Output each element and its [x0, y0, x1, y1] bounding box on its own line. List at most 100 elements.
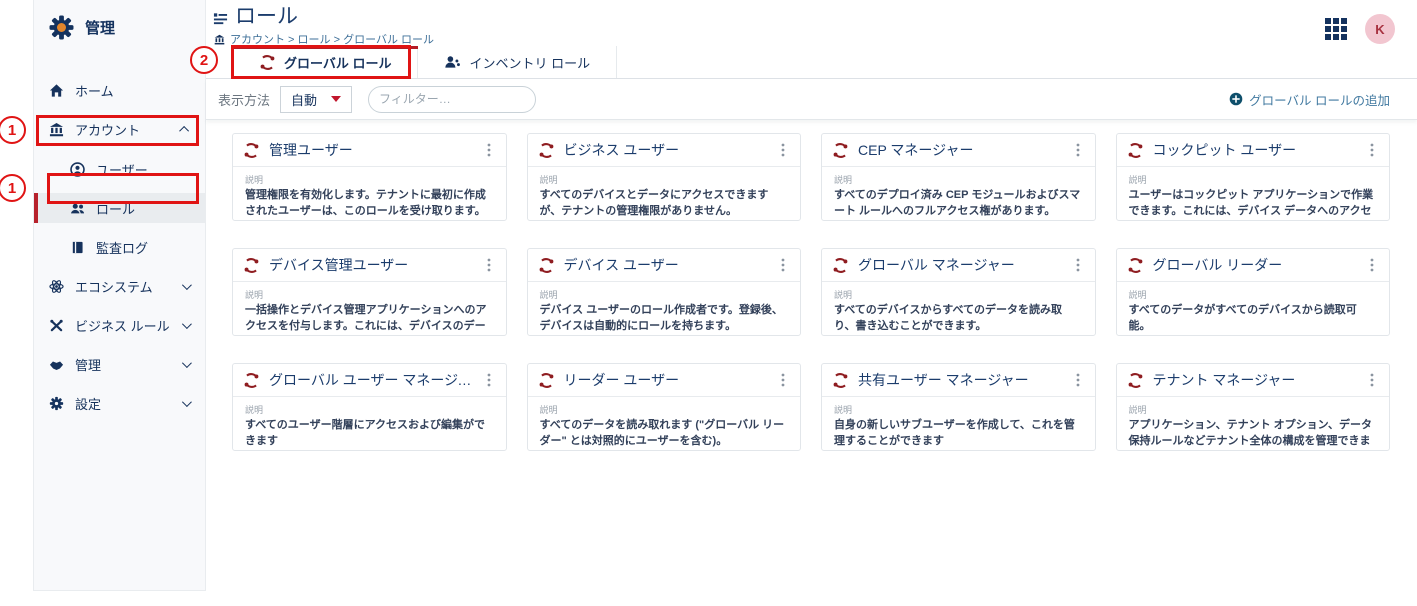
app-logo-row: 管理 — [34, 0, 205, 51]
global-role-icon — [243, 142, 260, 159]
global-role-icon — [1127, 142, 1144, 159]
sidebar-item-management[interactable]: 管理 — [34, 349, 205, 379]
global-role-icon — [538, 257, 555, 274]
chevron-down-icon — [182, 280, 192, 290]
role-card: リーダー ユーザー 説明 すべてのデータを読み取れます ("グローバル リーダー… — [527, 363, 802, 451]
role-card-description: デバイス ユーザーのロール作成者です。登録後、デバイスは自動的にロールを持ちます… — [540, 303, 789, 335]
sidebar-item-label: 管理 — [75, 355, 171, 374]
role-card: デバイス ユーザー 説明 デバイス ユーザーのロール作成者です。登録後、デバイス… — [527, 248, 802, 336]
tab-label: インベントリ ロール — [469, 53, 590, 72]
chevron-down-icon — [182, 319, 192, 329]
role-card: グローバル マネージャー 説明 すべてのデバイスからすべてのデータを読み取り、書… — [821, 248, 1096, 336]
display-mode-select[interactable]: 自動 — [280, 86, 352, 113]
sidebar-item-label: ホーム — [75, 81, 205, 100]
sidebar-item-home[interactable]: ホーム — [34, 75, 205, 105]
sidebar-item-settings[interactable]: 設定 — [34, 388, 205, 418]
role-card-description: すべてのデバイスからすべてのデータを読み取り、書き込むことができます。 — [834, 303, 1083, 335]
user-circle-icon — [70, 162, 85, 177]
filter-field — [368, 86, 536, 113]
kebab-menu-icon[interactable] — [1364, 142, 1380, 158]
role-card-description: アプリケーション、テナント オプション、データ保持ルールなどテナント全体の構成を… — [1129, 418, 1378, 451]
display-mode-label: 表示方法 — [218, 90, 270, 109]
kebab-menu-icon[interactable] — [775, 142, 791, 158]
role-card-description: すべてのデバイスとデータにアクセスできますが、テナントの管理権限がありません。 — [540, 188, 789, 220]
add-global-role-label: グローバル ロールの追加 — [1249, 90, 1390, 109]
role-card: デバイス管理ユーザー 説明 一括操作とデバイス管理アプリケーションへのアクセスを… — [232, 248, 507, 336]
role-card-description: 管理権限を有効化します。テナントに最初に作成されたユーザーは、このロールを受け取… — [245, 188, 494, 220]
kebab-menu-icon[interactable] — [481, 257, 497, 273]
role-card-title: グローバル マネージャー — [858, 255, 1070, 275]
display-mode-value: 自動 — [291, 90, 317, 109]
sidebar-item-accounts[interactable]: アカウント — [34, 114, 205, 144]
role-card: グローバル ユーザー マネージャー 説明 すべてのユーザー階層にアクセスおよび編… — [232, 363, 507, 451]
handshake-icon — [49, 357, 64, 372]
kebab-menu-icon[interactable] — [1070, 372, 1086, 388]
role-card-title: リーダー ユーザー — [564, 370, 776, 390]
breadcrumb: アカウント > ロール > グローバル ロール — [214, 31, 434, 47]
global-role-icon — [243, 257, 260, 274]
sidebar-item-ecosystem[interactable]: エコシステム — [34, 271, 205, 301]
role-card-title: グローバル ユーザー マネージャー — [269, 370, 481, 390]
sidebar-item-label: ユーザー — [96, 160, 205, 179]
role-card-title: デバイス ユーザー — [564, 255, 776, 275]
sidebar-nav: ホーム アカウント ユーザー ロール 監査ログ エコシステム — [34, 75, 205, 418]
kebab-menu-icon[interactable] — [1364, 372, 1380, 388]
kebab-menu-icon[interactable] — [775, 257, 791, 273]
description-label: 説明 — [245, 173, 494, 186]
kebab-menu-icon[interactable] — [1070, 257, 1086, 273]
gear-icon — [49, 396, 64, 411]
inventory-roles-icon — [444, 54, 461, 71]
atom-icon — [49, 279, 64, 294]
plus-circle-icon — [1229, 92, 1243, 106]
global-role-icon — [538, 142, 555, 159]
kebab-menu-icon[interactable] — [481, 372, 497, 388]
kebab-menu-icon[interactable] — [481, 142, 497, 158]
description-label: 説明 — [1129, 173, 1378, 186]
role-card: ビジネス ユーザー 説明 すべてのデバイスとデータにアクセスできますが、テナント… — [527, 133, 802, 221]
role-card-description: ユーザーはコックピット アプリケーションで作業できます。これには、デバイス デー… — [1129, 188, 1378, 221]
role-card: 管理ユーザー 説明 管理権限を有効化します。テナントに最初に作成されたユーザーは… — [232, 133, 507, 221]
filter-input[interactable] — [379, 92, 534, 106]
sidebar-item-roles[interactable]: ロール — [34, 193, 205, 223]
role-card: 共有ユーザー マネージャー 説明 自身の新しいサブユーザーを作成して、これを管理… — [821, 363, 1096, 451]
tab-global-roles[interactable]: グローバル ロール — [232, 46, 418, 78]
global-role-icon — [832, 142, 849, 159]
home-icon — [49, 83, 64, 98]
global-roles-icon — [259, 54, 276, 71]
kebab-menu-icon[interactable] — [1364, 257, 1380, 273]
user-avatar[interactable]: K — [1365, 14, 1395, 44]
people-icon — [70, 201, 85, 216]
sidebar-item-label: ロール — [96, 199, 205, 218]
admin-roles-page: 管理 ホーム アカウント ユーザー ロール 監査ログ — [0, 0, 1417, 606]
app-switcher-icon[interactable] — [1325, 18, 1347, 40]
description-label: 説明 — [834, 173, 1083, 186]
description-label: 説明 — [540, 403, 789, 416]
chevron-down-icon — [182, 397, 192, 407]
sidebar-item-business-rules[interactable]: ビジネス ルール — [34, 310, 205, 340]
role-card: テナント マネージャー 説明 アプリケーション、テナント オプション、データ保持… — [1116, 363, 1391, 451]
role-card-description: すべてのデータがすべてのデバイスから読取可能。 — [1129, 303, 1378, 335]
description-label: 説明 — [540, 173, 789, 186]
role-card-description: 一括操作とデバイス管理アプリケーションへのアクセスを付与します。これには、デバイ… — [245, 303, 494, 336]
sidebar-item-label: 監査ログ — [96, 238, 205, 257]
description-label: 説明 — [540, 288, 789, 301]
tab-inventory-roles[interactable]: インベントリ ロール — [418, 46, 617, 78]
kebab-menu-icon[interactable] — [1070, 142, 1086, 158]
sidebar-item-audit-log[interactable]: 監査ログ — [34, 232, 205, 262]
description-label: 説明 — [834, 403, 1083, 416]
role-card-grid: 管理ユーザー 説明 管理権限を有効化します。テナントに最初に作成されたユーザーは… — [232, 133, 1390, 451]
role-card-title: コックピット ユーザー — [1153, 140, 1365, 160]
role-card-description: 自身の新しいサブユーザーを作成して、これを管理することができます — [834, 418, 1083, 450]
add-global-role-button[interactable]: グローバル ロールの追加 — [1229, 90, 1390, 109]
sidebar-item-label: ビジネス ルール — [75, 316, 171, 335]
sidebar-item-label: アカウント — [75, 120, 171, 139]
global-role-icon — [1127, 372, 1144, 389]
role-card-title: ビジネス ユーザー — [564, 140, 776, 160]
role-card: コックピット ユーザー 説明 ユーザーはコックピット アプリケーションで作業でき… — [1116, 133, 1391, 221]
sidebar: 管理 ホーム アカウント ユーザー ロール 監査ログ — [33, 0, 206, 591]
kebab-menu-icon[interactable] — [775, 372, 791, 388]
tab-bar: グローバル ロール インベントリ ロール — [206, 46, 1417, 79]
global-role-icon — [1127, 257, 1144, 274]
page-title: ロール — [235, 5, 298, 29]
sidebar-item-users[interactable]: ユーザー — [34, 154, 205, 184]
